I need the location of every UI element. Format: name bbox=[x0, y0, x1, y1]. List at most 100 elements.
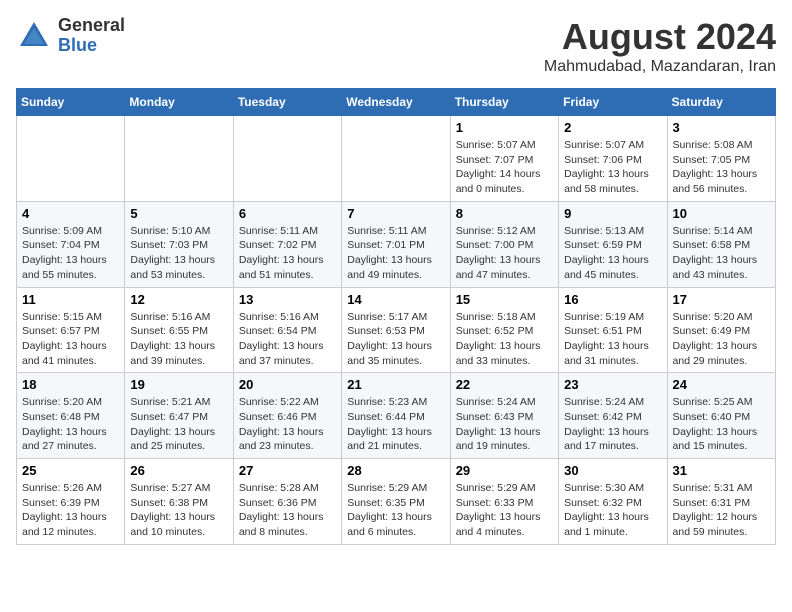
day-number: 23 bbox=[564, 377, 661, 392]
day-content: Sunrise: 5:20 AM Sunset: 6:49 PM Dayligh… bbox=[673, 310, 770, 369]
calendar-cell: 18Sunrise: 5:20 AM Sunset: 6:48 PM Dayli… bbox=[17, 373, 125, 459]
calendar-cell: 30 Sunrise: 5:30 AM Sunset: 6:32 PM Dayli… bbox=[559, 459, 667, 545]
calendar-cell bbox=[125, 116, 233, 202]
day-number: 5 bbox=[130, 206, 227, 221]
day-number: 31 bbox=[673, 463, 770, 478]
calendar-cell: 11Sunrise: 5:15 AM Sunset: 6:57 PM Dayli… bbox=[17, 287, 125, 373]
day-content: Sunrise: 5:26 AM Sunset: 6:39 PM Dayligh… bbox=[22, 481, 119, 540]
day-content: Sunrise: 5:17 AM Sunset: 6:53 PM Dayligh… bbox=[347, 310, 444, 369]
calendar-week-row: 4 Sunrise: 5:09 AM Sunset: 7:04 PM Daylig… bbox=[17, 201, 776, 287]
day-number: 16 bbox=[564, 292, 661, 307]
day-of-week-header: Wednesday bbox=[342, 89, 450, 116]
day-number: 20 bbox=[239, 377, 336, 392]
day-number: 4 bbox=[22, 206, 119, 221]
calendar-cell bbox=[233, 116, 341, 202]
day-content: Sunrise: 5:24 AM Sunset: 6:42 PM Dayligh… bbox=[564, 395, 661, 454]
calendar-cell bbox=[342, 116, 450, 202]
day-of-week-header: Monday bbox=[125, 89, 233, 116]
day-content: Sunrise: 5:14 AM Sunset: 6:58 PM Dayligh… bbox=[673, 224, 770, 283]
logo-blue: Blue bbox=[58, 35, 97, 55]
day-content: Sunrise: 5:20 AM Sunset: 6:48 PM Dayligh… bbox=[22, 395, 119, 454]
day-content: Sunrise: 5:09 AM Sunset: 7:04 PM Dayligh… bbox=[22, 224, 119, 283]
calendar-cell: 4 Sunrise: 5:09 AM Sunset: 7:04 PM Daylig… bbox=[17, 201, 125, 287]
day-of-week-header: Tuesday bbox=[233, 89, 341, 116]
calendar-cell: 19Sunrise: 5:21 AM Sunset: 6:47 PM Dayli… bbox=[125, 373, 233, 459]
calendar-header-row: SundayMondayTuesdayWednesdayThursdayFrid… bbox=[17, 89, 776, 116]
calendar-week-row: 11Sunrise: 5:15 AM Sunset: 6:57 PM Dayli… bbox=[17, 287, 776, 373]
logo-general: General bbox=[58, 15, 125, 35]
day-content: Sunrise: 5:16 AM Sunset: 6:55 PM Dayligh… bbox=[130, 310, 227, 369]
calendar-cell: 1Sunrise: 5:07 AM Sunset: 7:07 PM Daylig… bbox=[450, 116, 558, 202]
day-content: Sunrise: 5:08 AM Sunset: 7:05 PM Dayligh… bbox=[673, 138, 770, 197]
day-content: Sunrise: 5:21 AM Sunset: 6:47 PM Dayligh… bbox=[130, 395, 227, 454]
day-number: 6 bbox=[239, 206, 336, 221]
day-content: Sunrise: 5:15 AM Sunset: 6:57 PM Dayligh… bbox=[22, 310, 119, 369]
calendar-cell: 24 Sunrise: 5:25 AM Sunset: 6:40 PM Dayli… bbox=[667, 373, 775, 459]
calendar-cell: 21 Sunrise: 5:23 AM Sunset: 6:44 PM Dayli… bbox=[342, 373, 450, 459]
day-number: 7 bbox=[347, 206, 444, 221]
calendar-cell: 5Sunrise: 5:10 AM Sunset: 7:03 PM Daylig… bbox=[125, 201, 233, 287]
day-number: 26 bbox=[130, 463, 227, 478]
calendar-cell: 20 Sunrise: 5:22 AM Sunset: 6:46 PM Dayli… bbox=[233, 373, 341, 459]
day-number: 15 bbox=[456, 292, 553, 307]
logo: General Blue bbox=[16, 16, 125, 56]
day-content: Sunrise: 5:12 AM Sunset: 7:00 PM Dayligh… bbox=[456, 224, 553, 283]
day-number: 27 bbox=[239, 463, 336, 478]
day-content: Sunrise: 5:23 AM Sunset: 6:44 PM Dayligh… bbox=[347, 395, 444, 454]
day-content: Sunrise: 5:18 AM Sunset: 6:52 PM Dayligh… bbox=[456, 310, 553, 369]
day-number: 14 bbox=[347, 292, 444, 307]
day-of-week-header: Friday bbox=[559, 89, 667, 116]
day-number: 9 bbox=[564, 206, 661, 221]
calendar-cell: 23 Sunrise: 5:24 AM Sunset: 6:42 PM Dayli… bbox=[559, 373, 667, 459]
day-content: Sunrise: 5:13 AM Sunset: 6:59 PM Dayligh… bbox=[564, 224, 661, 283]
day-number: 21 bbox=[347, 377, 444, 392]
subtitle: Mahmudabad, Mazandaran, Iran bbox=[544, 58, 776, 76]
day-number: 2 bbox=[564, 120, 661, 135]
day-content: Sunrise: 5:25 AM Sunset: 6:40 PM Dayligh… bbox=[673, 395, 770, 454]
calendar-cell: 3 Sunrise: 5:08 AM Sunset: 7:05 PM Daylig… bbox=[667, 116, 775, 202]
day-of-week-header: Thursday bbox=[450, 89, 558, 116]
day-content: Sunrise: 5:07 AM Sunset: 7:06 PM Dayligh… bbox=[564, 138, 661, 197]
calendar-cell: 7Sunrise: 5:11 AM Sunset: 7:01 PM Daylig… bbox=[342, 201, 450, 287]
calendar-cell: 22Sunrise: 5:24 AM Sunset: 6:43 PM Dayli… bbox=[450, 373, 558, 459]
day-number: 8 bbox=[456, 206, 553, 221]
day-content: Sunrise: 5:29 AM Sunset: 6:35 PM Dayligh… bbox=[347, 481, 444, 540]
day-number: 28 bbox=[347, 463, 444, 478]
main-title: August 2024 bbox=[544, 16, 776, 58]
day-of-week-header: Sunday bbox=[17, 89, 125, 116]
day-number: 12 bbox=[130, 292, 227, 307]
calendar-cell: 13 Sunrise: 5:16 AM Sunset: 6:54 PM Dayli… bbox=[233, 287, 341, 373]
calendar-cell: 25Sunrise: 5:26 AM Sunset: 6:39 PM Dayli… bbox=[17, 459, 125, 545]
day-number: 10 bbox=[673, 206, 770, 221]
calendar-week-row: 18Sunrise: 5:20 AM Sunset: 6:48 PM Dayli… bbox=[17, 373, 776, 459]
calendar-table: SundayMondayTuesdayWednesdayThursdayFrid… bbox=[16, 88, 776, 545]
logo-icon bbox=[16, 18, 52, 54]
calendar-cell: 16Sunrise: 5:19 AM Sunset: 6:51 PM Dayli… bbox=[559, 287, 667, 373]
day-number: 24 bbox=[673, 377, 770, 392]
page-header: General Blue August 2024 Mahmudabad, Maz… bbox=[16, 16, 776, 76]
calendar-cell: 17 Sunrise: 5:20 AM Sunset: 6:49 PM Dayli… bbox=[667, 287, 775, 373]
day-content: Sunrise: 5:16 AM Sunset: 6:54 PM Dayligh… bbox=[239, 310, 336, 369]
day-content: Sunrise: 5:22 AM Sunset: 6:46 PM Dayligh… bbox=[239, 395, 336, 454]
calendar-cell: 15 Sunrise: 5:18 AM Sunset: 6:52 PM Dayli… bbox=[450, 287, 558, 373]
day-number: 13 bbox=[239, 292, 336, 307]
calendar-cell: 6Sunrise: 5:11 AM Sunset: 7:02 PM Daylig… bbox=[233, 201, 341, 287]
day-number: 17 bbox=[673, 292, 770, 307]
calendar-cell: 14 Sunrise: 5:17 AM Sunset: 6:53 PM Dayli… bbox=[342, 287, 450, 373]
calendar-cell: 2 Sunrise: 5:07 AM Sunset: 7:06 PM Daylig… bbox=[559, 116, 667, 202]
calendar-cell: 8 Sunrise: 5:12 AM Sunset: 7:00 PM Daylig… bbox=[450, 201, 558, 287]
day-number: 1 bbox=[456, 120, 553, 135]
day-content: Sunrise: 5:30 AM Sunset: 6:32 PM Dayligh… bbox=[564, 481, 661, 540]
calendar-cell: 10 Sunrise: 5:14 AM Sunset: 6:58 PM Dayli… bbox=[667, 201, 775, 287]
calendar-cell bbox=[17, 116, 125, 202]
day-of-week-header: Saturday bbox=[667, 89, 775, 116]
day-content: Sunrise: 5:31 AM Sunset: 6:31 PM Dayligh… bbox=[673, 481, 770, 540]
day-number: 3 bbox=[673, 120, 770, 135]
calendar-cell: 31 Sunrise: 5:31 AM Sunset: 6:31 PM Dayli… bbox=[667, 459, 775, 545]
logo-text: General Blue bbox=[58, 16, 125, 56]
day-content: Sunrise: 5:28 AM Sunset: 6:36 PM Dayligh… bbox=[239, 481, 336, 540]
title-block: August 2024 Mahmudabad, Mazandaran, Iran bbox=[544, 16, 776, 76]
day-number: 29 bbox=[456, 463, 553, 478]
day-number: 30 bbox=[564, 463, 661, 478]
day-content: Sunrise: 5:24 AM Sunset: 6:43 PM Dayligh… bbox=[456, 395, 553, 454]
